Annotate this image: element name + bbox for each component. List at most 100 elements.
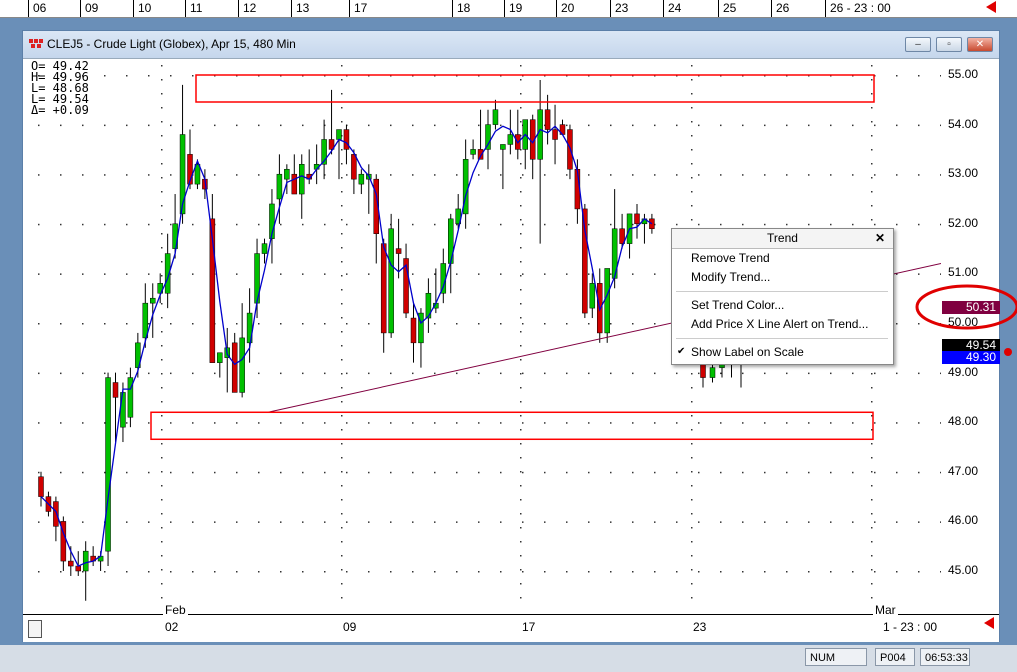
grid-dot xyxy=(654,471,656,474)
grid-dot xyxy=(520,541,522,543)
grid-dot xyxy=(161,415,163,417)
grid-dot xyxy=(588,323,590,325)
grid-dot xyxy=(434,223,436,226)
top-axis-tick: 24 xyxy=(663,0,681,17)
grid-dot xyxy=(390,422,392,424)
grid-dot xyxy=(341,555,343,557)
candle-down xyxy=(552,129,558,140)
time-axis[interactable]: Feb 02 09 17 23 Mar 1 - 23 : 00 xyxy=(23,603,999,642)
grid-dot xyxy=(896,521,898,523)
grid-dot xyxy=(691,205,693,207)
grid-dot xyxy=(456,521,458,523)
grid-dot xyxy=(786,223,788,226)
grid-dot xyxy=(742,571,744,573)
check-icon: ✔ xyxy=(677,346,686,357)
menu-item-show-label-on-scale[interactable]: Show Label on Scale xyxy=(691,345,804,359)
grid-dot xyxy=(280,223,282,226)
grid-dot xyxy=(341,247,343,249)
grid-dot xyxy=(341,149,343,151)
candle-up xyxy=(284,168,290,180)
price-axis[interactable]: 55.00 54.00 53.00 52.00 51.00 50.00 49.00 48.00… xyxy=(942,60,1000,614)
grid-dot xyxy=(520,443,522,445)
restore-button[interactable]: ▫ xyxy=(936,37,962,52)
chart-title-bar[interactable]: CLEJ5 - Crude Light (Globex), Apr 15, 48… xyxy=(23,31,999,59)
candle-down xyxy=(38,476,44,497)
grid-dot xyxy=(742,372,744,375)
grid-dot xyxy=(610,223,612,226)
grid-dot xyxy=(368,422,370,424)
grid-dot xyxy=(871,205,873,207)
grid-dot xyxy=(522,223,524,226)
grid-dot xyxy=(126,571,128,573)
grid-dot xyxy=(126,75,128,77)
grid-dot xyxy=(148,75,150,77)
grid-dot xyxy=(341,317,343,319)
grid-dot xyxy=(161,233,163,235)
grid-dot xyxy=(520,79,522,81)
grid-dot xyxy=(691,597,693,599)
grid-dot xyxy=(896,372,898,375)
resistance-box xyxy=(195,74,875,103)
close-button[interactable]: ✕ xyxy=(967,37,993,52)
grid-dot xyxy=(148,223,150,226)
time-axis-label: Feb xyxy=(163,603,188,617)
grid-dot xyxy=(258,521,260,523)
top-axis-tick: 13 xyxy=(291,0,309,17)
grid-dot xyxy=(236,521,238,523)
menu-item-add-alert[interactable]: Add Price X Line Alert on Trend... xyxy=(691,317,868,331)
grid-dot xyxy=(676,471,678,474)
grid-dot xyxy=(456,422,458,424)
grid-dot xyxy=(161,597,163,599)
grid-dot xyxy=(280,124,282,127)
grid-dot xyxy=(170,571,172,573)
grid-dot xyxy=(161,163,163,165)
grid-dot xyxy=(302,521,304,523)
grid-dot xyxy=(808,223,810,226)
grid-dot xyxy=(691,541,693,543)
grid-dot xyxy=(258,124,260,127)
menu-close-icon[interactable]: ✕ xyxy=(875,229,885,248)
menu-item-set-trend-color[interactable]: Set Trend Color... xyxy=(691,298,784,312)
grid-dot xyxy=(918,124,920,127)
grid-dot xyxy=(82,124,84,127)
minimize-button[interactable]: – xyxy=(905,37,931,52)
menu-item-remove-trend[interactable]: Remove Trend xyxy=(691,251,770,265)
grid-dot xyxy=(170,124,172,127)
grid-dot xyxy=(341,485,343,487)
grid-dot xyxy=(368,372,370,375)
grid-dot xyxy=(346,521,348,523)
grid-dot xyxy=(764,521,766,523)
grid-dot xyxy=(341,205,343,207)
candle-up xyxy=(500,144,506,150)
grid-dot xyxy=(566,571,568,573)
bottom-scroll-arrow-icon[interactable] xyxy=(984,617,994,629)
scrollbar-handle[interactable] xyxy=(28,620,42,638)
grid-dot xyxy=(871,177,873,179)
grid-dot xyxy=(940,471,941,474)
grid-dot xyxy=(691,513,693,515)
grid-dot xyxy=(346,422,348,424)
top-axis-tick: 23 xyxy=(610,0,628,17)
grid-dot xyxy=(786,521,788,523)
candle-up xyxy=(604,268,610,334)
grid-dot xyxy=(280,471,282,474)
grid-dot xyxy=(520,317,522,319)
candle-up xyxy=(105,377,111,552)
grid-dot xyxy=(341,191,343,193)
grid-dot xyxy=(170,422,172,424)
candle-up xyxy=(336,129,342,140)
menu-item-modify-trend[interactable]: Modify Trend... xyxy=(691,270,770,284)
grid-dot xyxy=(676,571,678,573)
grid-dot xyxy=(341,233,343,235)
grid-dot xyxy=(38,521,40,523)
num-lock-indicator: NUM xyxy=(805,648,867,666)
grid-dot xyxy=(918,273,920,275)
grid-dot xyxy=(520,107,522,109)
grid-dot xyxy=(588,124,590,127)
grid-dot xyxy=(434,571,436,573)
grid-dot xyxy=(871,191,873,193)
grid-dot xyxy=(940,571,941,573)
top-scroll-arrow-icon[interactable] xyxy=(986,1,996,13)
grid-dot xyxy=(588,174,590,176)
grid-dot xyxy=(148,422,150,424)
